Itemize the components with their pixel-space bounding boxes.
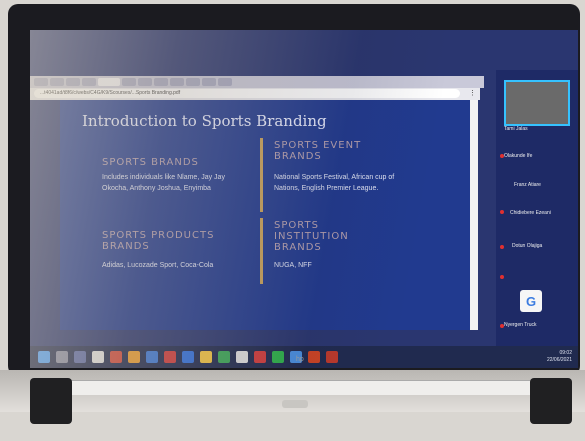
slide-title: Introduction to Sports Branding: [82, 112, 327, 130]
browser-tab[interactable]: [82, 78, 96, 86]
system-tray-clock[interactable]: 09:02 22/06/2021: [547, 350, 572, 364]
windows-taskbar: 09:02 22/06/2021: [30, 346, 578, 368]
mail-icon[interactable]: [146, 351, 158, 363]
browser-tab[interactable]: [34, 78, 48, 86]
browser-tab[interactable]: [186, 78, 200, 86]
app-icon[interactable]: [236, 351, 248, 363]
edge-icon[interactable]: [182, 351, 194, 363]
laptop-base: [60, 380, 530, 395]
self-video-tile[interactable]: [504, 80, 570, 126]
laptop-foot-left: [30, 378, 72, 424]
section-heading-sports-brands: SPORTS BRANDS: [102, 157, 199, 168]
mic-muted-icon: [500, 245, 504, 249]
mic-muted-icon: [500, 210, 504, 214]
clock-time: 09:02: [559, 350, 572, 356]
mic-muted-icon: [500, 275, 504, 279]
participant-name: Chidiebere Ezeani: [510, 210, 551, 216]
browser-tab-active[interactable]: [98, 78, 120, 86]
task-view-icon[interactable]: [74, 351, 86, 363]
laptop-foot-right: [530, 378, 572, 424]
participant-name: Franz Atiare: [514, 182, 541, 188]
clock-date: 22/06/2021: [546, 357, 572, 363]
lid-notch: [282, 400, 308, 408]
section-heading-sports-institution-brands: SPORTS INSTITUTION BRANDS: [274, 220, 349, 253]
browser-tab[interactable]: [218, 78, 232, 86]
opera-icon[interactable]: [164, 351, 176, 363]
section-divider: [260, 218, 263, 284]
browser-tab[interactable]: [50, 78, 64, 86]
laptop-bezel: ...t4041ad/t8f6/c/webs/C4G/K9/Scourses/.…: [8, 4, 580, 376]
chrome-icon[interactable]: [218, 351, 230, 363]
powerpoint-icon[interactable]: [308, 351, 320, 363]
participant-name: Tami Jalas: [504, 126, 528, 132]
section-body-sports-brands: Includes individuals like Nlame, Jay Jay…: [102, 174, 225, 192]
tab-strip: [30, 76, 484, 88]
search-icon[interactable]: [56, 351, 68, 363]
browser-tab[interactable]: [170, 78, 184, 86]
section-body-sports-products-brands: Adidas, Lucozade Sport, Coca-Cola: [102, 262, 214, 269]
browser-menu-icon[interactable]: ⋮: [469, 89, 476, 97]
screen: ...t4041ad/t8f6/c/webs/C4G/K9/Scourses/.…: [30, 30, 578, 368]
browser-tab[interactable]: [202, 78, 216, 86]
app-icon[interactable]: [254, 351, 266, 363]
start-icon[interactable]: [38, 351, 50, 363]
firefox-icon[interactable]: [128, 351, 140, 363]
pdf-reader-icon[interactable]: [326, 351, 338, 363]
home-icon[interactable]: [92, 351, 104, 363]
section-body-sports-event-brands: National Sports Festival, African cup of…: [274, 174, 395, 192]
google-logo-icon: G: [520, 290, 542, 312]
browser-tab[interactable]: [138, 78, 152, 86]
meeting-participants-panel: Tami Jalas Olakunde Ife Franz Atiare Chi…: [496, 70, 578, 346]
section-divider: [260, 138, 263, 212]
browser-tab[interactable]: [154, 78, 168, 86]
presentation-slide: Introduction to Sports Branding SPORTS B…: [60, 100, 470, 330]
hp-app-icon[interactable]: [110, 351, 122, 363]
hp-logo: hp: [296, 356, 304, 363]
section-heading-sports-event-brands: SPORTS EVENT BRANDS: [274, 140, 362, 162]
participant-name: Olakunde Ife: [504, 153, 533, 159]
section-body-sports-institution-brands: NUGA, NFF: [274, 262, 312, 269]
viewer-scrollbar[interactable]: [470, 100, 478, 330]
address-bar[interactable]: ...t4041ad/t8f6/c/webs/C4G/K9/Scourses/.…: [34, 89, 460, 98]
participant-name: Dotun Olajiga: [512, 243, 543, 249]
browser-tab[interactable]: [122, 78, 136, 86]
participant-name: Nyergen Truck: [504, 322, 537, 328]
whatsapp-icon[interactable]: [272, 351, 284, 363]
browser-tab[interactable]: [66, 78, 80, 86]
section-heading-sports-products-brands: SPORTS PRODUCTS BRANDS: [102, 230, 215, 252]
browser-toolbar: ...t4041ad/t8f6/c/webs/C4G/K9/Scourses/.…: [30, 76, 484, 100]
folder-icon[interactable]: [200, 351, 212, 363]
